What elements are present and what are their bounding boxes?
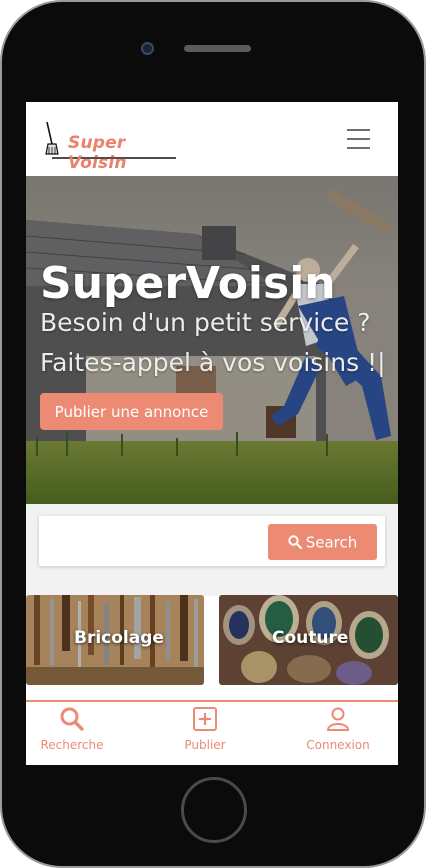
plus-square-icon [193, 707, 217, 731]
nav-label: Publier [184, 738, 226, 752]
phone-frame: Super Voisin SuperVoisin Besoin d'un pet… [0, 0, 426, 868]
category-label: Couture [272, 628, 349, 648]
nav-label: Connexion [306, 738, 370, 752]
screen: Super Voisin SuperVoisin Besoin d'un pet… [26, 102, 398, 765]
search-button-label: Search [305, 533, 358, 552]
nav-item-connexion[interactable]: Connexion [283, 706, 393, 752]
search-box: Search [39, 516, 385, 566]
category-card-couture[interactable]: Couture [219, 595, 398, 685]
hamburger-menu-icon[interactable] [347, 129, 370, 149]
logo[interactable]: Super Voisin [44, 120, 184, 173]
search-button[interactable]: Search [268, 524, 377, 560]
search-icon [288, 535, 302, 550]
camera [141, 42, 154, 55]
nav-item-publier[interactable]: Publier [150, 706, 260, 752]
nav-label: Recherche [40, 738, 104, 752]
search-input[interactable] [47, 524, 267, 558]
search-section: Search [26, 504, 398, 596]
hero-title: SuperVoisin [40, 258, 336, 309]
hero-banner: SuperVoisin Besoin d'un petit service ? … [26, 176, 398, 504]
speaker [184, 45, 251, 52]
header: Super Voisin [26, 102, 398, 176]
home-button[interactable] [181, 777, 247, 843]
publish-ad-button[interactable]: Publier une annonce [40, 393, 223, 430]
user-icon [326, 707, 350, 731]
logo-text: Super Voisin [68, 133, 127, 173]
search-icon [60, 707, 84, 731]
bottom-navigation: Recherche Publier Connexion [26, 700, 398, 765]
category-card-bricolage[interactable]: Bricolage [26, 595, 204, 685]
hero-background-image [26, 176, 398, 504]
hero-subtitle-line2: Faites-appel à vos voisins !| [40, 348, 386, 377]
nav-item-recherche[interactable]: Recherche [26, 706, 127, 752]
hero-subtitle-line1: Besoin d'un petit service ? [40, 308, 371, 337]
category-label: Bricolage [74, 628, 164, 648]
